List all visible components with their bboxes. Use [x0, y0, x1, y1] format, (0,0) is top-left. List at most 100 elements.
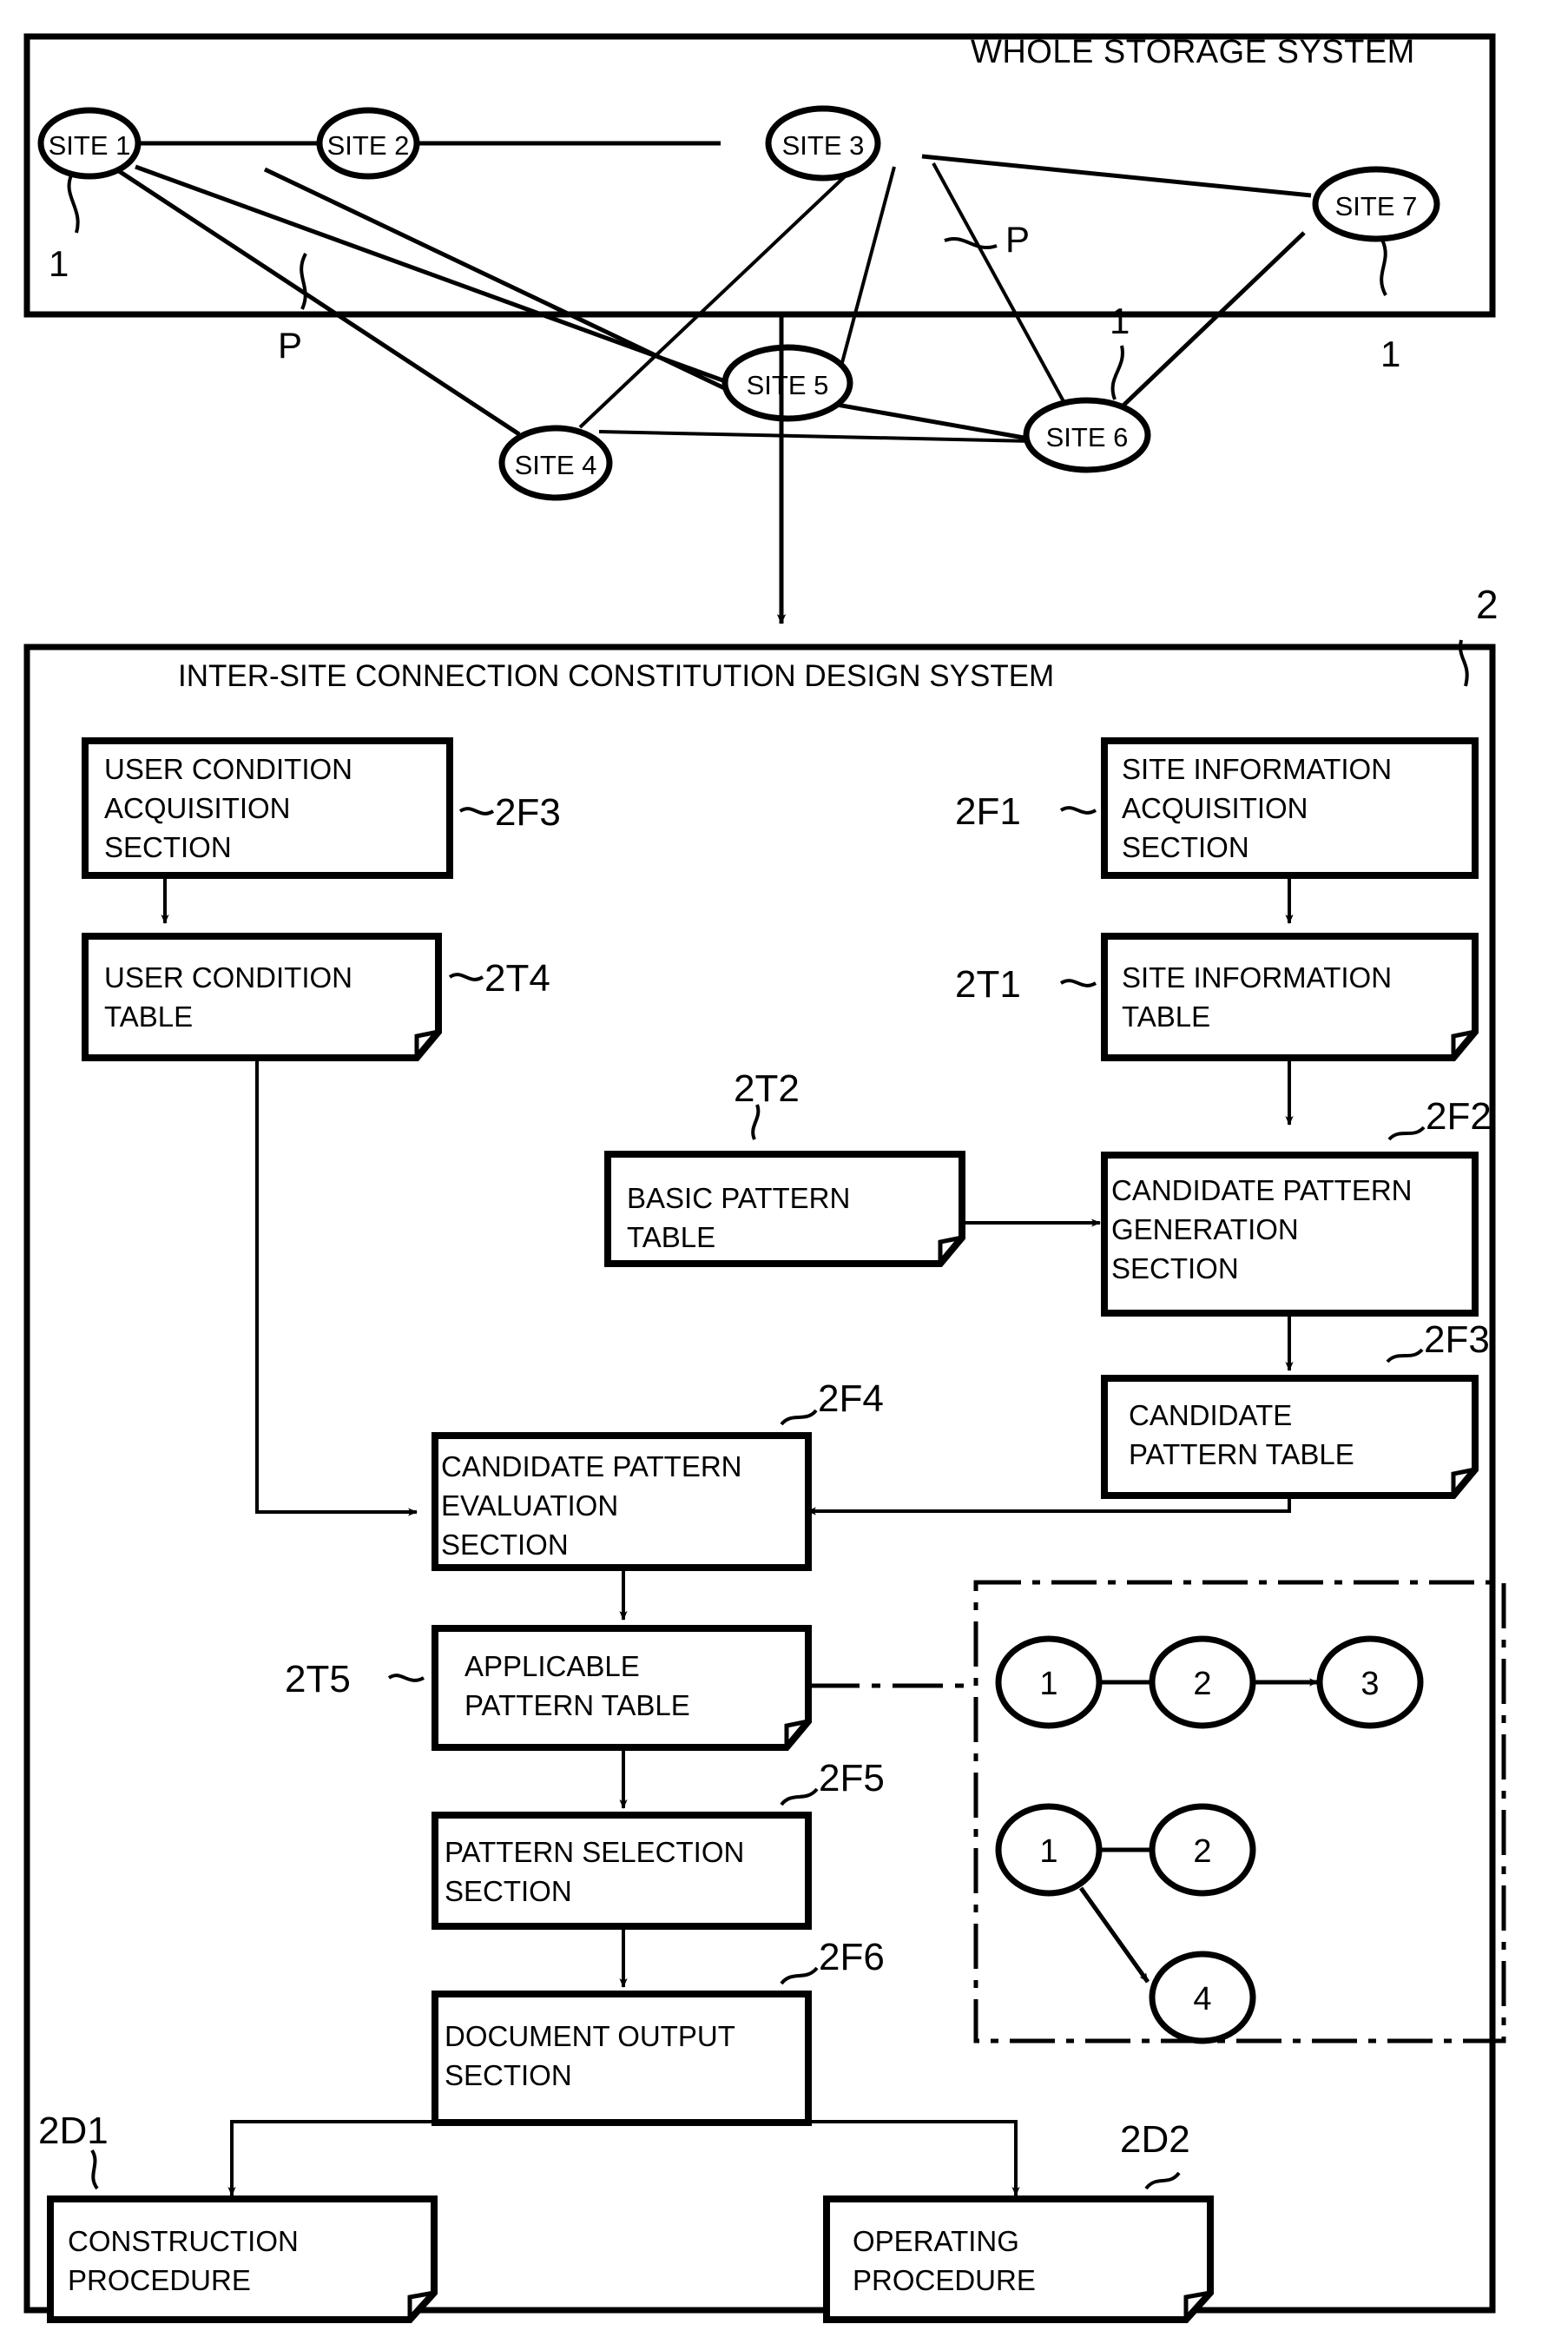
box-basic-pattern-table[interactable]: BASIC PATTERN TABLE — [604, 1151, 965, 1267]
figure-canvas: WHOLE STORAGE SYSTEM SITE 1 SITE 2 SITE … — [0, 0, 1568, 2344]
top-panel-title: WHOLE STORAGE SYSTEM — [971, 34, 1415, 70]
link-site2-site5 — [263, 167, 735, 395]
box-line: PATTERN TABLE — [1129, 1438, 1354, 1470]
box-pattern-selection-section[interactable]: PATTERN SELECTION SECTION — [432, 1812, 812, 1930]
preview-node-b4[interactable]: 4 — [1149, 1951, 1256, 2044]
box-candidate-pattern-generation-section[interactable]: CANDIDATE PATTERN GENERATION SECTION — [1101, 1152, 1479, 1317]
edge-2F6-2D2 — [809, 2120, 1020, 2196]
ref-label: 2F4 — [818, 1377, 884, 1420]
site-node-site3[interactable]: SITE 3 — [765, 105, 881, 182]
box-line: SECTION — [445, 2059, 572, 2091]
ref-2T4: 2T4 — [448, 957, 550, 1000]
site-node-label: SITE 5 — [747, 370, 829, 400]
callout-leader-p2 — [944, 237, 998, 249]
box-line: PROCEDURE — [853, 2264, 1036, 2296]
callout-label-1b: 1 — [1110, 300, 1130, 341]
box-line: TABLE — [1122, 1000, 1210, 1033]
ref-2F2: 2F2 — [1387, 1095, 1492, 1141]
box-applicable-pattern-table[interactable]: APPLICABLE PATTERN TABLE — [432, 1625, 812, 1751]
box-line: CANDIDATE — [1129, 1399, 1292, 1431]
ref-2F5: 2F5 — [780, 1757, 885, 1806]
patent-figure: WHOLE STORAGE SYSTEM SITE 1 SITE 2 SITE … — [23, 33, 1506, 2323]
whole-storage-system-panel: WHOLE STORAGE SYSTEM SITE 1 SITE 2 SITE … — [23, 33, 1496, 501]
callout-label-p1: P — [278, 325, 302, 366]
link-site1-site4 — [117, 168, 521, 437]
design-system-panel: INTER-SITE CONNECTION CONSTITUTION DESIG… — [23, 644, 1506, 2323]
box-line: PATTERN TABLE — [464, 1689, 690, 1721]
ref-label: 2F6 — [819, 1936, 885, 1978]
box-line: OPERATING — [853, 2225, 1019, 2257]
box-line: USER CONDITION — [104, 961, 352, 994]
callout-leader-1c — [1380, 239, 1387, 296]
box-user-condition-table[interactable]: USER CONDITION TABLE — [82, 933, 442, 1061]
ref-label: 2T2 — [734, 1067, 800, 1110]
site-node-site1[interactable]: SITE 1 — [37, 107, 142, 180]
ref-label: 2T5 — [285, 1658, 351, 1700]
site-node-label: SITE 1 — [49, 130, 131, 161]
ref-2D2: 2D2 — [1120, 2118, 1190, 2190]
box-line: SITE INFORMATION — [1122, 961, 1392, 994]
callout-label-1a: 1 — [49, 243, 69, 284]
site-node-site4[interactable]: SITE 4 — [498, 425, 613, 501]
preview-node-b2[interactable]: 2 — [1149, 1803, 1256, 1897]
site-node-site6[interactable]: SITE 6 — [1023, 397, 1151, 473]
preview-node-label: 2 — [1193, 1833, 1211, 1870]
link-site3-site7 — [921, 154, 1312, 198]
box-line: CANDIDATE PATTERN — [441, 1450, 742, 1482]
preview-node-a1[interactable]: 1 — [995, 1635, 1103, 1729]
site-node-label: SITE 3 — [782, 130, 865, 161]
ref-2D1: 2D1 — [38, 2110, 109, 2190]
box-line: ACQUISITION — [104, 792, 291, 824]
box-line: SECTION — [1111, 1252, 1239, 1284]
box-line: BASIC PATTERN — [627, 1182, 850, 1214]
box-line: CANDIDATE PATTERN — [1111, 1174, 1413, 1206]
preview-node-a2[interactable]: 2 — [1149, 1635, 1256, 1729]
bottom-panel-title: INTER-SITE CONNECTION CONSTITUTION DESIG… — [178, 659, 1054, 693]
box-line: TABLE — [104, 1000, 193, 1033]
preview-node-label: 1 — [1039, 1833, 1057, 1870]
box-line: SECTION — [104, 831, 232, 863]
edge-2F6-2D1 — [227, 2120, 437, 2196]
box-candidate-pattern-evaluation-section[interactable]: CANDIDATE PATTERN EVALUATION SECTION — [432, 1432, 812, 1571]
box-line: SECTION — [1122, 831, 1249, 863]
box-document-output-section[interactable]: DOCUMENT OUTPUT SECTION — [432, 1991, 812, 2126]
ref-label: 2D2 — [1120, 2118, 1190, 2161]
box-operating-procedure[interactable]: OPERATING PROCEDURE — [823, 2195, 1214, 2323]
site-node-site5[interactable]: SITE 5 — [721, 344, 853, 422]
preview-node-a3[interactable]: 3 — [1316, 1635, 1424, 1729]
edge-2T4-2F4 — [255, 1058, 418, 1516]
callout-leader-1a — [67, 175, 80, 234]
site-node-label: SITE 6 — [1046, 422, 1129, 452]
box-line: DOCUMENT OUTPUT — [445, 2020, 735, 2052]
preview-graph-a: 1 2 3 — [995, 1635, 1424, 1729]
ref-2T2: 2T2 — [734, 1067, 800, 1140]
site-node-label: SITE 4 — [515, 450, 597, 480]
callout-label-p2: P — [1005, 219, 1030, 260]
site-node-label: SITE 7 — [1335, 191, 1418, 221]
ref-label: 2F3 — [495, 791, 561, 834]
callout-leader-1b — [1110, 345, 1124, 400]
ref-label: 2T4 — [484, 957, 550, 1000]
site-node-site7[interactable]: SITE 7 — [1312, 166, 1440, 242]
preview-node-label: 4 — [1193, 1981, 1211, 2017]
link-site3-site6 — [932, 162, 1071, 413]
box-user-condition-acquisition-section[interactable]: USER CONDITION ACQUISITION SECTION — [82, 737, 453, 879]
box-candidate-pattern-table[interactable]: CANDIDATE PATTERN TABLE — [1101, 1375, 1479, 1499]
ref-2F1: 2F1 — [955, 790, 1097, 833]
site-node-label: SITE 2 — [327, 130, 410, 161]
ref-2F3-candidate-table: 2F3 — [1386, 1318, 1490, 1363]
ref-2F6: 2F6 — [780, 1936, 885, 1985]
box-site-information-table[interactable]: SITE INFORMATION TABLE — [1101, 933, 1479, 1061]
ref-2F3-acquisition: 2F3 — [458, 791, 561, 834]
ref-label: 2F1 — [955, 790, 1021, 833]
preview-node-b1[interactable]: 1 — [995, 1803, 1103, 1897]
ref-2T5: 2T5 — [285, 1658, 425, 1700]
site-node-site2[interactable]: SITE 2 — [316, 107, 420, 180]
box-construction-procedure[interactable]: CONSTRUCTION PROCEDURE — [47, 2195, 438, 2323]
ref-2T1: 2T1 — [955, 963, 1097, 1006]
box-line: SECTION — [441, 1529, 569, 1561]
box-line: SITE INFORMATION — [1122, 753, 1392, 785]
box-site-information-acquisition-section[interactable]: SITE INFORMATION ACQUISITION SECTION — [1101, 737, 1479, 879]
box-line: ACQUISITION — [1122, 792, 1308, 824]
callout-label-1c: 1 — [1380, 333, 1400, 374]
